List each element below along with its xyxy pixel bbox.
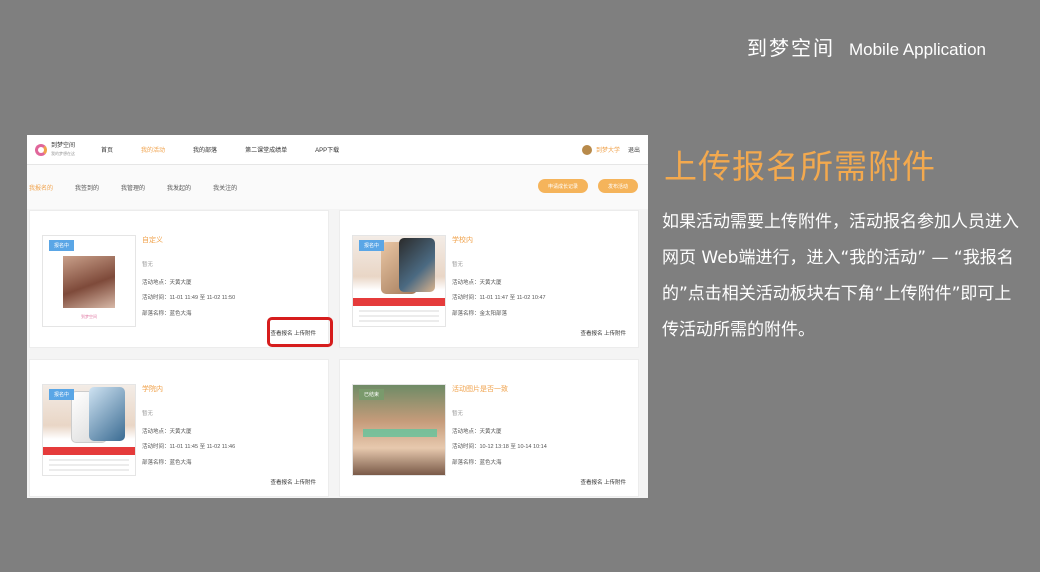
user-menu[interactable]: 到梦大学 — [581, 144, 620, 155]
activity-card[interactable]: 已结束 活动图片是否一致 暂无 活动地点：天黄大厦 活动时间：10-12 13:… — [339, 359, 639, 497]
brand-title-cn: 到梦空间 — [746, 36, 835, 60]
activity-desc: 暂无 — [452, 262, 464, 268]
web-screenshot: 到梦空间 我的梦想在这 首页 我的活动 我的部落 第二课堂成绩单 APP下载 到… — [27, 135, 648, 498]
activity-thumbnail: 已结束 — [352, 384, 446, 476]
logo-icon — [35, 143, 47, 156]
activity-title[interactable]: 活动图片是否一致 — [452, 384, 508, 394]
activity-place: 活动地点：天黄大厦 — [142, 280, 192, 286]
tab-checked-in[interactable]: 我签到的 — [75, 183, 99, 192]
activity-time: 活动时间：10-12 13:18 至 10-14 10:14 — [452, 444, 547, 450]
logout-link[interactable]: 退出 — [628, 145, 640, 154]
tab-followed[interactable]: 我关注的 — [213, 183, 237, 192]
activity-thumbnail: 报名中 — [352, 235, 446, 327]
activity-title[interactable]: 学院内 — [142, 384, 163, 394]
activity-desc: 暂无 — [452, 411, 464, 417]
brand-title-en: Mobile Application — [848, 40, 986, 59]
view-upload-links[interactable]: 查看报名 上传附件 — [580, 478, 626, 486]
tab-initiated[interactable]: 我发起的 — [167, 183, 191, 192]
activity-tribe: 部落名称：蓝色大海 — [142, 311, 192, 317]
activity-time: 活动时间：11-01 11:45 至 11-02 11:46 — [142, 444, 236, 450]
activity-card[interactable]: 报名中 学校内 暂无 活动地点：天黄大厦 活动时间：11-01 11:47 至 … — [339, 210, 639, 348]
slide-header: 到梦空间 Mobile Application — [747, 32, 986, 61]
tab-signed-up[interactable]: 我报名的 — [29, 183, 53, 192]
status-badge: 报名中 — [359, 240, 385, 251]
status-badge: 报名中 — [49, 389, 75, 400]
nav-item-my-activities[interactable]: 我的活动 — [141, 145, 165, 154]
activity-time: 活动时间：11-01 11:47 至 11-02 10:47 — [452, 295, 546, 301]
section-heading: 上传报名所需附件 — [664, 147, 936, 186]
logo-title: 到梦空间 — [51, 142, 76, 149]
nav-item-home[interactable]: 首页 — [101, 145, 113, 154]
status-badge: 已结束 — [359, 389, 385, 400]
activity-cards: 报名中 到梦空间 自定义 暂无 活动地点：天黄大厦 活动时间：11-01 11:… — [27, 210, 648, 498]
activity-thumbnail: 报名中 到梦空间 — [42, 235, 136, 327]
nav-item-app-download[interactable]: APP下载 — [315, 145, 339, 154]
avatar — [581, 144, 592, 155]
activity-tribe: 部落名称：蓝色大海 — [142, 460, 192, 466]
activity-desc: 暂无 — [142, 262, 154, 268]
activity-title[interactable]: 自定义 — [142, 235, 163, 245]
upload-highlight-box — [267, 317, 333, 347]
activity-tribe: 部落名称：金太阳部落 — [452, 311, 508, 317]
app-navbar: 到梦空间 我的梦想在这 首页 我的活动 我的部落 第二课堂成绩单 APP下载 到… — [27, 135, 648, 165]
activity-place: 活动地点：天黄大厦 — [452, 280, 502, 286]
activity-place: 活动地点：天黄大厦 — [142, 429, 192, 435]
growth-record-button[interactable]: 申请成长记录 — [537, 179, 588, 193]
view-upload-links[interactable]: 查看报名 上传附件 — [580, 329, 626, 337]
activity-title[interactable]: 学校内 — [452, 235, 473, 245]
activity-photo — [63, 256, 115, 308]
user-name: 到梦大学 — [595, 148, 620, 154]
app-logo[interactable]: 到梦空间 我的梦想在这 — [35, 143, 75, 157]
publish-activity-button[interactable]: 发布活动 — [597, 179, 638, 193]
thumbnail-footer: 到梦空间 — [81, 314, 97, 319]
view-upload-links[interactable]: 查看报名 上传附件 — [270, 478, 316, 486]
activity-time: 活动时间：11-01 11:49 至 11-02 11:50 — [142, 295, 236, 301]
activity-thumbnail: 报名中 — [42, 384, 136, 476]
activity-subtabs: 我报名的 我签到的 我管理的 我发起的 我关注的 申请成长记录 发布活动 — [27, 165, 648, 209]
nav-item-my-tribe[interactable]: 我的部落 — [193, 145, 217, 154]
activity-card[interactable]: 报名中 学院内 暂无 活动地点：天黄大厦 活动时间：11-01 11:45 至 … — [29, 359, 329, 497]
tab-managed[interactable]: 我管理的 — [121, 183, 145, 192]
logo-subtitle: 我的梦想在这 — [51, 150, 75, 156]
activity-desc: 暂无 — [142, 411, 154, 417]
nav-item-transcript[interactable]: 第二课堂成绩单 — [245, 145, 287, 154]
instruction-text: 如果活动需要上传附件，活动报名参加人员进入网页 Web端进行，进入“我的活动” … — [662, 212, 1019, 340]
activity-place: 活动地点：天黄大厦 — [452, 429, 502, 435]
activity-tribe: 部落名称：蓝色大海 — [452, 460, 502, 466]
status-badge: 报名中 — [49, 240, 75, 251]
